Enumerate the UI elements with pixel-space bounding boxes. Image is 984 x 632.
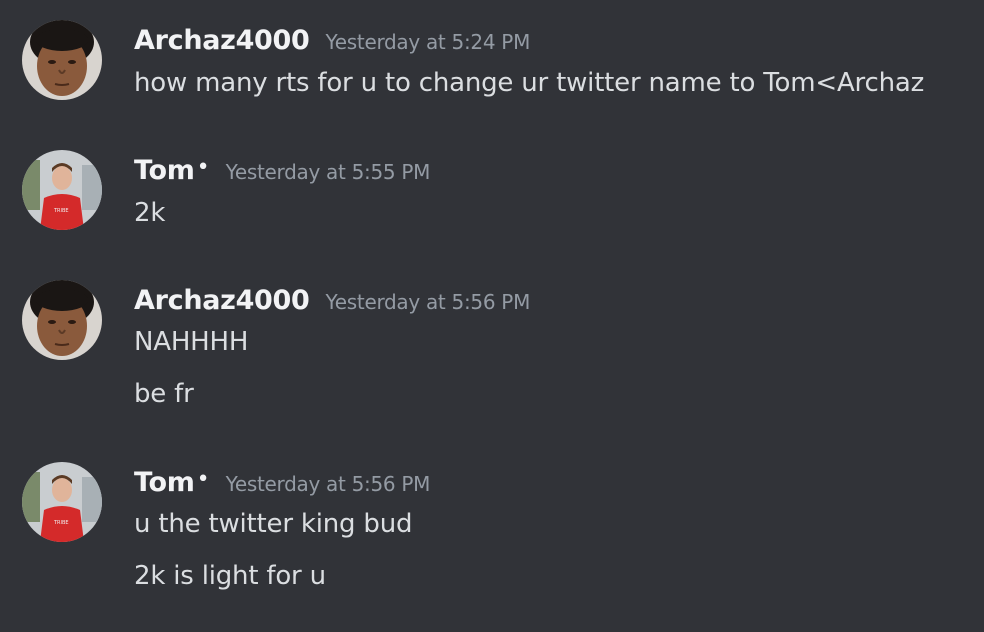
message-header: Archaz4000 Yesterday at 5:56 PM (134, 280, 530, 320)
message-text: u the twitter king bud (134, 509, 413, 539)
timestamp: Yesterday at 5:55 PM (225, 160, 431, 184)
username[interactable]: Tom (134, 467, 195, 498)
archaz-avatar[interactable] (22, 280, 102, 360)
person-face-avatar-icon (22, 280, 102, 360)
person-red-shirt-avatar-icon: TRIBE (22, 462, 102, 542)
timestamp: Yesterday at 5:56 PM (325, 290, 531, 314)
username[interactable]: Archaz4000 (134, 285, 310, 316)
message-text: how many rts for u to change ur twitter … (134, 68, 925, 98)
svg-text:TRIBE: TRIBE (53, 208, 69, 214)
timestamp: Yesterday at 5:56 PM (225, 472, 431, 496)
message-header: Archaz4000 Yesterday at 5:24 PM (134, 20, 530, 60)
message-text: 2k is light for u (134, 561, 326, 591)
username-suffix: • (196, 466, 210, 492)
username[interactable]: Tom (134, 155, 195, 186)
message-text: NAHHHH (134, 327, 249, 357)
tom-avatar[interactable]: TRIBE (22, 462, 102, 542)
person-red-shirt-avatar-icon: TRIBE (22, 150, 102, 230)
archaz-avatar[interactable] (22, 20, 102, 100)
username-suffix: • (196, 154, 210, 180)
svg-text:TRIBE: TRIBE (53, 520, 69, 526)
message-text: be fr (134, 379, 194, 409)
message-text: 2k (134, 198, 166, 228)
tom-avatar[interactable]: TRIBE (22, 150, 102, 230)
message-header: Tom • Yesterday at 5:56 PM (134, 462, 430, 502)
username[interactable]: Archaz4000 (134, 25, 310, 56)
timestamp: Yesterday at 5:24 PM (325, 30, 531, 54)
message-header: Tom • Yesterday at 5:55 PM (134, 150, 430, 190)
person-face-avatar-icon (22, 20, 102, 100)
